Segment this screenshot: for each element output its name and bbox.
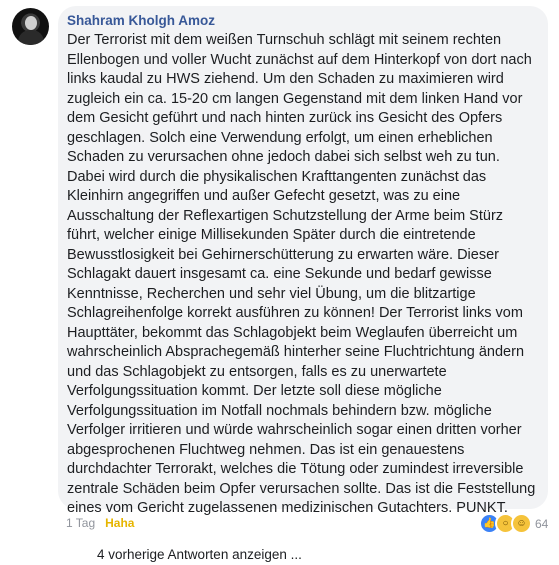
comment-meta: 1 Tag Haha bbox=[66, 516, 134, 530]
reaction-summary[interactable]: 👍 ○ ☺ 64 bbox=[479, 513, 548, 534]
avatar[interactable] bbox=[12, 8, 49, 45]
reaction-count: 64 bbox=[535, 516, 549, 531]
comment-text: Der Terrorist mit dem weißen Turnschuh s… bbox=[67, 32, 536, 516]
comment-author[interactable]: Shahram Kholgh Amoz bbox=[67, 12, 536, 30]
comment-timestamp[interactable]: 1 Tag bbox=[66, 516, 95, 530]
comment-bubble: Shahram Kholgh Amoz Der Terrorist mit de… bbox=[58, 6, 548, 516]
show-previous-replies-link[interactable]: 4 vorherige Antworten anzeigen ... bbox=[97, 547, 302, 562]
reaction-button[interactable]: Haha bbox=[105, 516, 134, 530]
avatar-body bbox=[18, 30, 44, 45]
haha-icon: ☺ bbox=[511, 513, 532, 534]
avatar-head bbox=[25, 16, 37, 30]
